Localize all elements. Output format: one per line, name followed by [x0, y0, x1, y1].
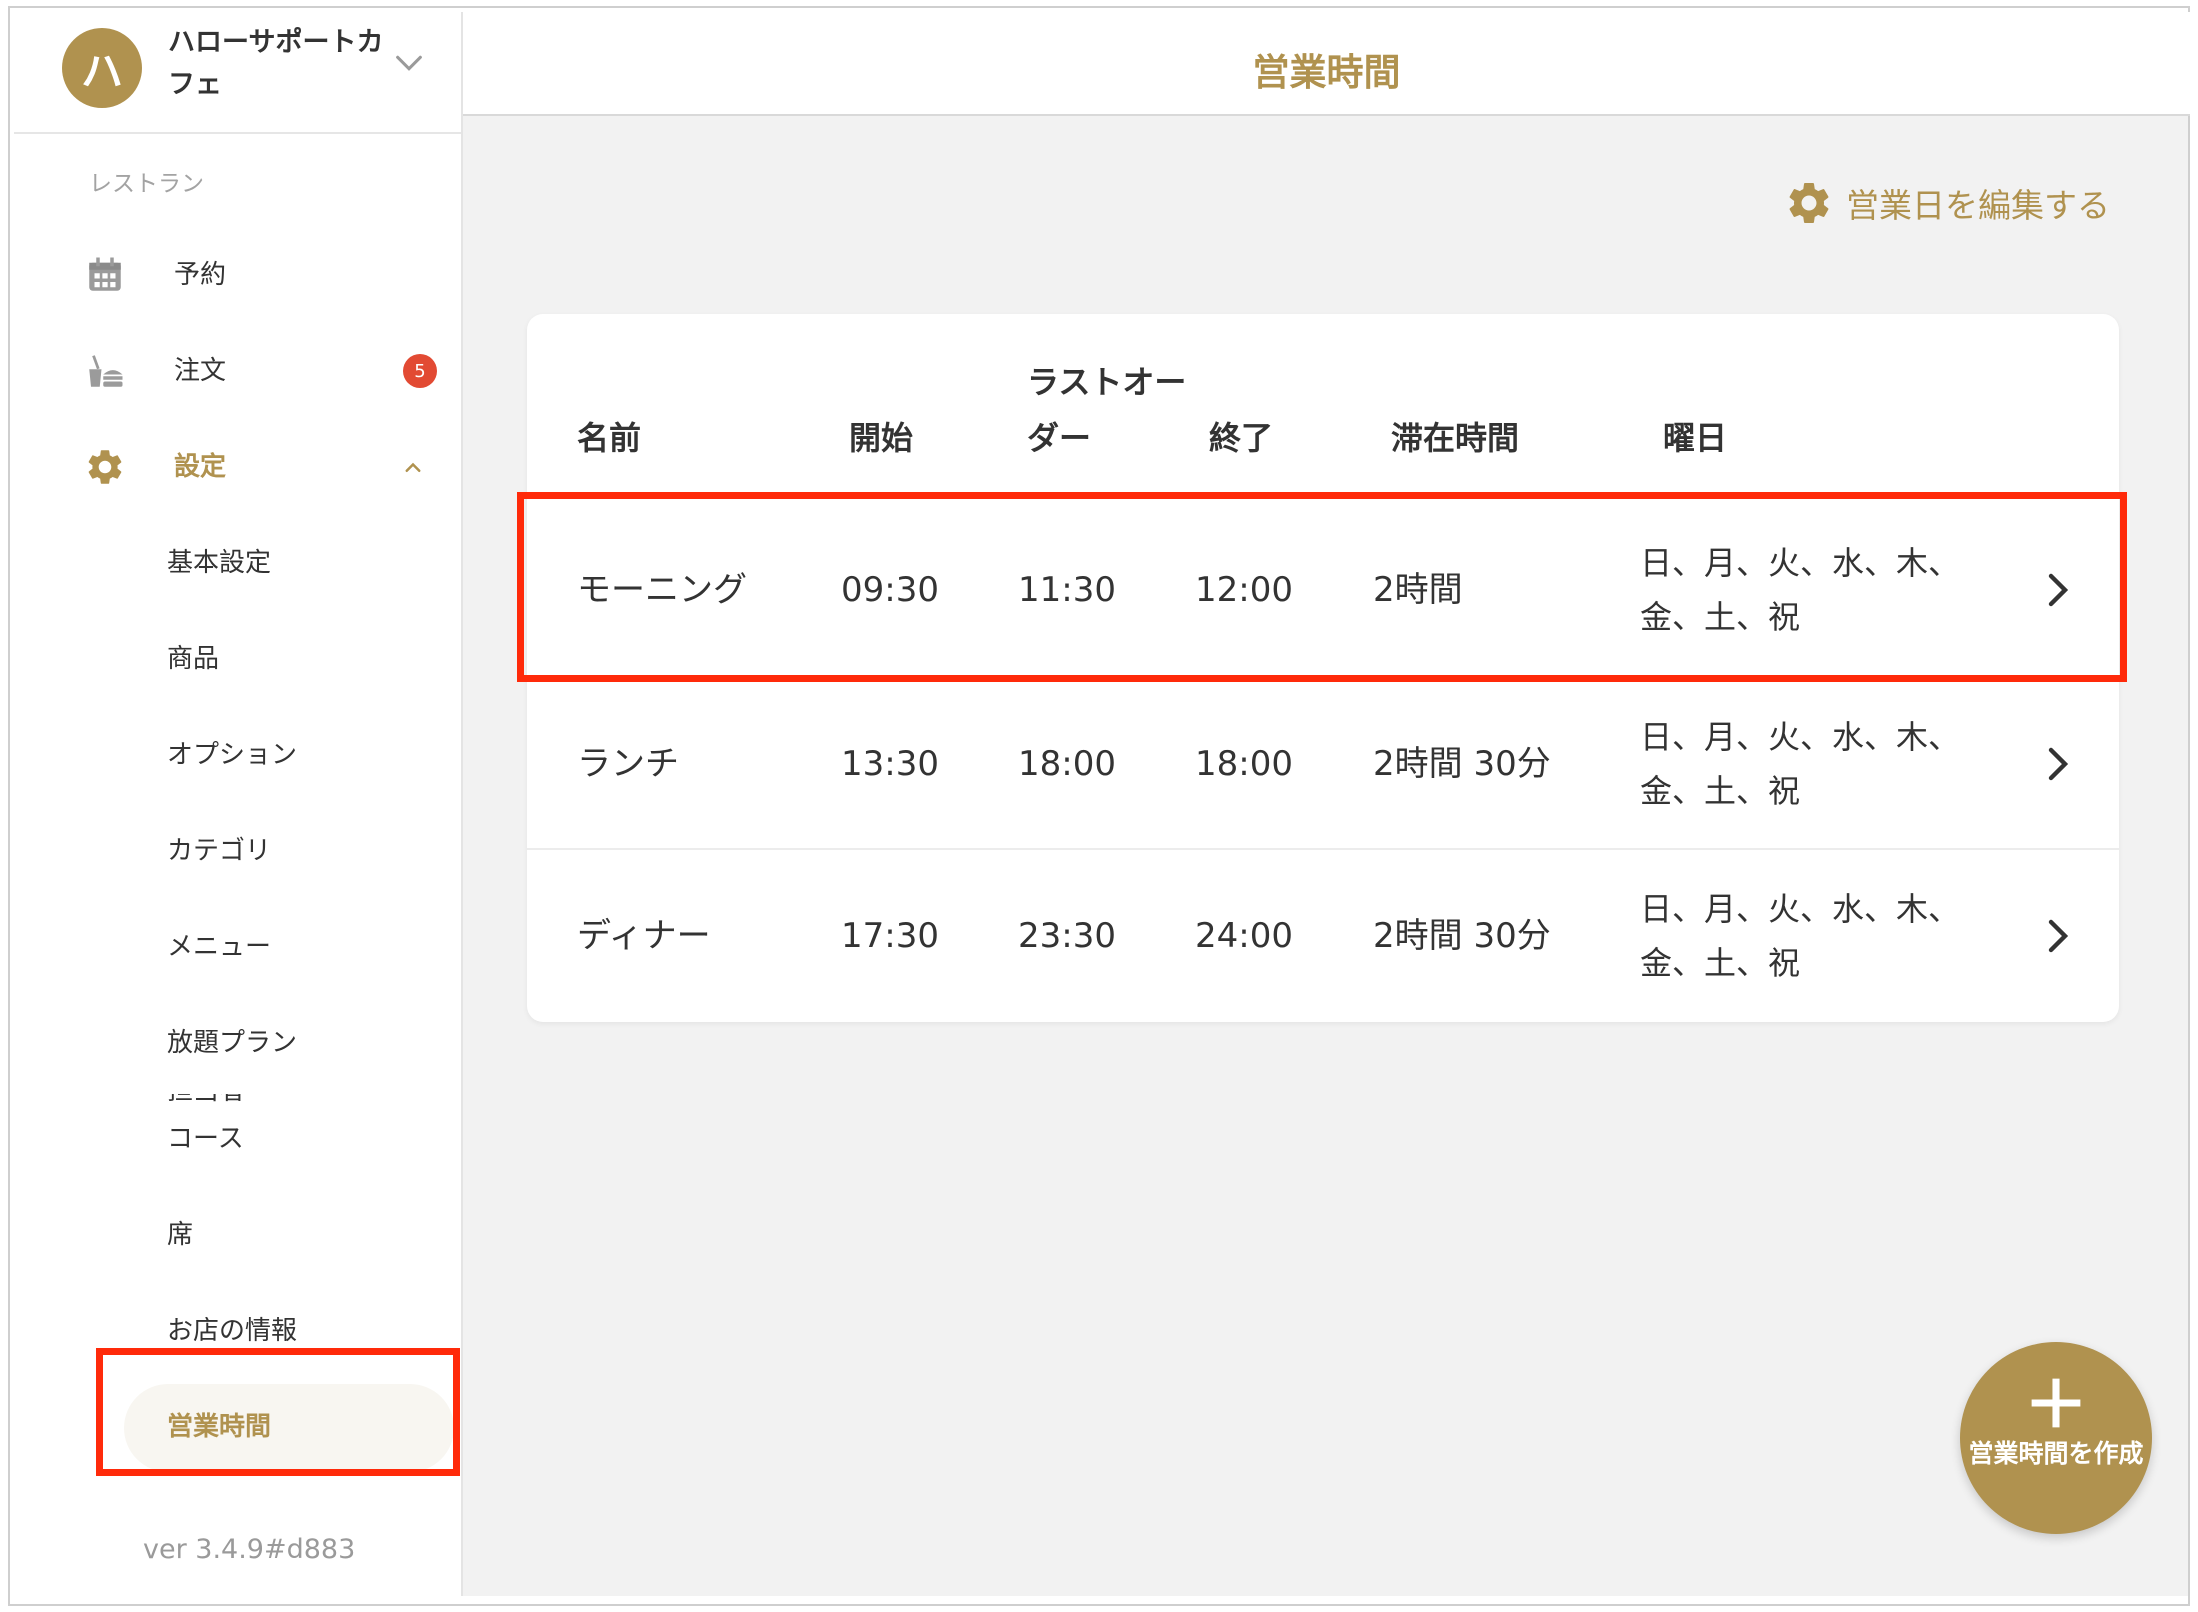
cell-end: 18:00 [1195, 744, 1293, 784]
cell-end: 24:00 [1195, 916, 1293, 956]
column-header-days: 曜日 [1663, 419, 1728, 457]
create-business-hours-label: 営業時間を作成 [1968, 1439, 2144, 1468]
sidebar-item-orders[interactable]: 注文 5 [14, 336, 461, 406]
column-header-stay: 滞在時間 [1391, 419, 1520, 457]
cell-days: 日、月、火、水、木、金、土、祝 [1640, 890, 1961, 982]
cell-stay: 2時間 30分 [1373, 916, 1551, 956]
sidebar-item-label: 基本設定 [167, 548, 272, 578]
app-version: ver 3.4.9#d883 [143, 1534, 356, 1565]
sidebar-item-label: オプション [167, 740, 298, 770]
cell-start: 17:30 [841, 916, 939, 956]
shop-name: ハローサポートカフェ [168, 27, 384, 100]
sidebar-item-label: お店の情報 [167, 1316, 298, 1346]
sidebar-item-all-you-can-plans[interactable]: 放題プラン [14, 1008, 461, 1078]
column-header-name: 名前 [577, 419, 642, 457]
column-header-end: 終了 [1209, 419, 1274, 457]
create-business-hours-button[interactable]: 営業時間を作成 [1960, 1342, 2152, 1534]
shop-switcher[interactable]: ハ ハローサポートカフェ [14, 12, 461, 134]
gear-icon [1789, 183, 1829, 223]
highlight-box-sidebar [96, 1348, 460, 1476]
column-header-start: 開始 [849, 419, 914, 457]
avatar: ハ [62, 28, 142, 108]
food-tray-icon [89, 355, 123, 387]
sidebar-item-options[interactable]: オプション [14, 720, 461, 790]
chevron-right-icon[interactable] [2042, 916, 2072, 956]
cell-name: ディナー [577, 916, 711, 956]
sidebar-item-menu[interactable]: メニュー [14, 912, 461, 982]
cell-days: 日、月、火、水、木、金、土、祝 [1640, 718, 1961, 810]
sidebar-item-settings[interactable]: 設定 [14, 432, 461, 502]
sidebar-item-courses[interactable]: コース [14, 1104, 461, 1174]
sidebar-item-label: 担当者 [167, 1094, 245, 1108]
sidebar-item-staff[interactable]: 担当者 [167, 1094, 245, 1108]
cell-last-order: 18:00 [1018, 744, 1116, 784]
sidebar-item-reservation[interactable]: 予約 [14, 240, 461, 310]
sidebar-item-label: カテゴリ [167, 836, 272, 866]
gear-icon [88, 450, 122, 484]
cell-name: ランチ [577, 744, 679, 784]
sidebar-item-categories[interactable]: カテゴリ [14, 816, 461, 886]
sidebar-item-label: 放題プラン [167, 1028, 298, 1058]
edit-business-days-label: 営業日を編集する [1846, 186, 2110, 225]
edit-business-days-button[interactable]: 営業日を編集する [1784, 178, 2110, 228]
sidebar-item-label: 注文 [174, 356, 227, 386]
main-content: 営業時間 営業日を編集する 名前 開始 ラストオーダー 終了 滞在時間 曜日 モ… [461, 12, 2190, 1596]
cell-start: 13:30 [841, 744, 939, 784]
sidebar-item-products[interactable]: 商品 [14, 624, 461, 694]
chevron-up-icon[interactable] [398, 452, 428, 482]
column-header-last-order: ラストオーダー [1027, 363, 1187, 457]
chevron-right-icon[interactable] [2042, 744, 2072, 784]
calendar-icon [89, 257, 121, 291]
plus-icon [2031, 1378, 2081, 1428]
sidebar-item-label: 予約 [174, 260, 227, 290]
table-row[interactable]: ランチ 13:30 18:00 18:00 2時間 30分 日、月、火、水、木、… [527, 676, 2119, 848]
sidebar-item-label: メニュー [167, 932, 272, 962]
cell-stay: 2時間 30分 [1373, 744, 1551, 784]
page-title: 営業時間 [1252, 51, 1401, 94]
chevron-down-icon[interactable] [392, 46, 426, 80]
highlight-box-row [517, 492, 2127, 682]
sidebar-item-basic-settings[interactable]: 基本設定 [14, 528, 461, 598]
sidebar-item-seats[interactable]: 席 [14, 1200, 461, 1270]
sidebar-item-label: 設定 [174, 452, 227, 482]
order-count-badge: 5 [403, 354, 437, 388]
cell-last-order: 23:30 [1018, 916, 1116, 956]
sidebar-item-label: コース [167, 1124, 244, 1154]
table-row[interactable]: ディナー 17:30 23:30 24:00 2時間 30分 日、月、火、水、木… [527, 848, 2119, 1020]
top-bar: 営業時間 [463, 12, 2190, 116]
sidebar-item-label: 商品 [167, 644, 220, 674]
sidebar-item-label: 席 [167, 1220, 194, 1250]
section-label-restaurant: レストラン [89, 171, 204, 197]
